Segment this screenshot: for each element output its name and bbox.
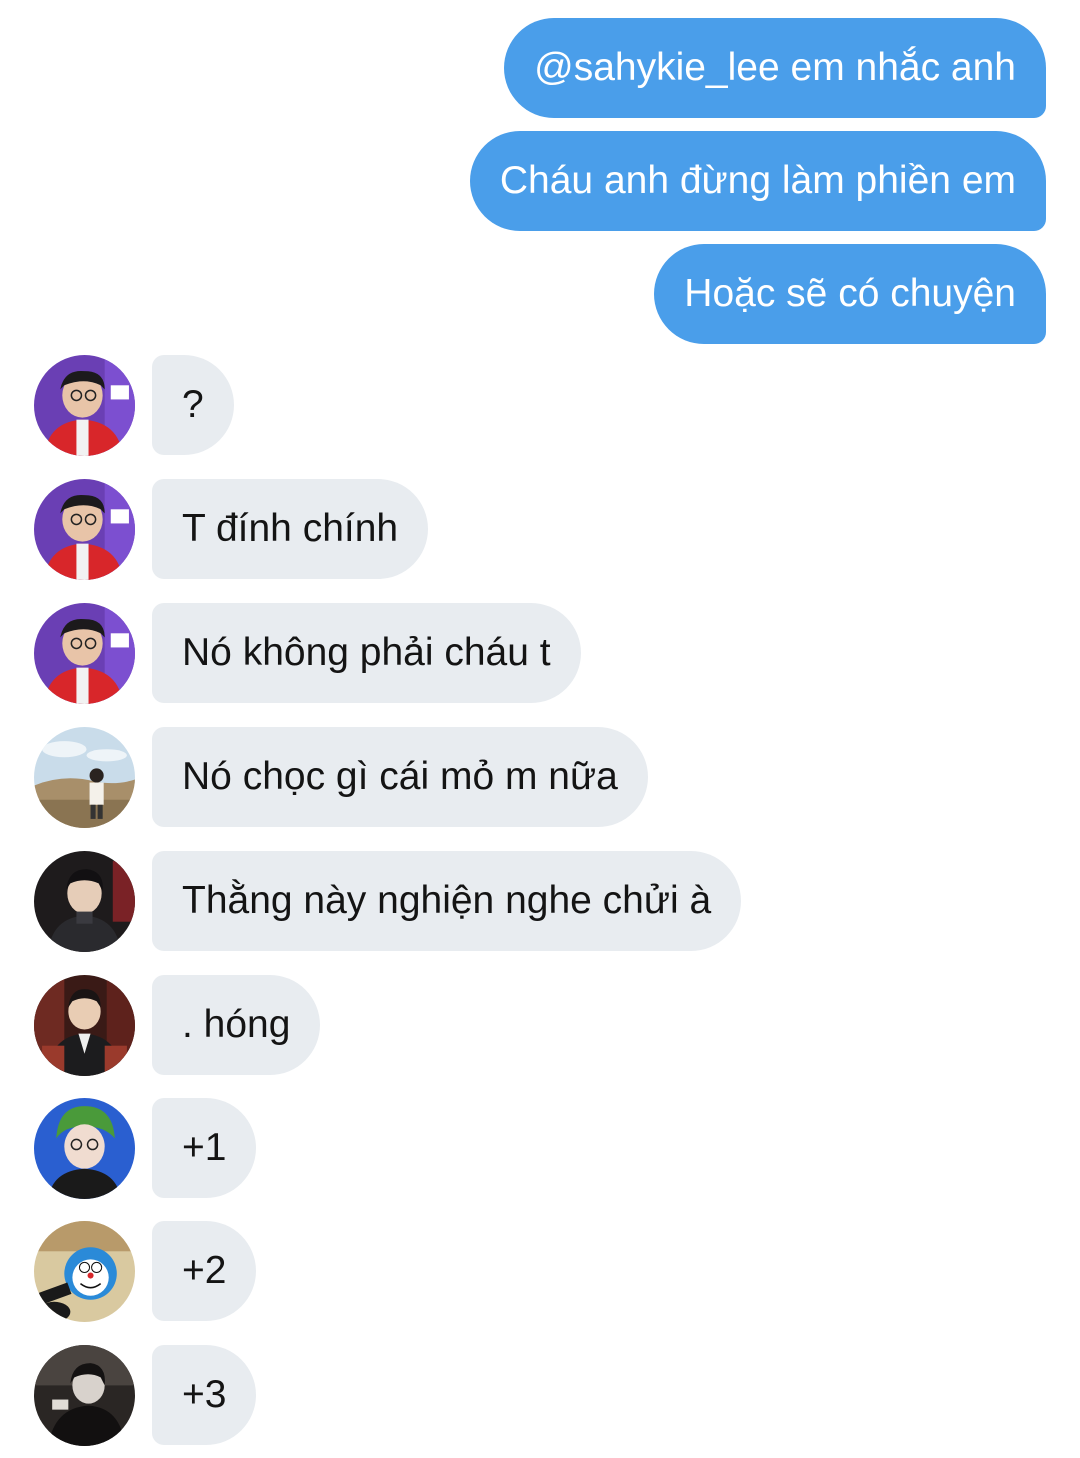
avatar[interactable] [34,727,135,828]
user-photo-blue-icon [34,1098,135,1199]
message-text: +2 [182,1249,227,1292]
avatar[interactable] [34,355,135,456]
received-message[interactable]: . hóng [152,975,321,1075]
message-text: Cháu anh đừng làm phiền em [499,159,1016,202]
user-photo-dark-icon [34,851,135,952]
received-message[interactable]: ? [152,355,234,455]
received-message[interactable]: +1 [152,1098,257,1198]
received-message[interactable]: +2 [152,1221,257,1321]
message-text: Nó không phải cháu t [182,631,551,674]
message-text: Nó chọc gì cái mỏ m nữa [182,755,618,798]
message-text: @sahykie_lee em nhắc anh [534,46,1016,89]
sent-message[interactable]: Cháu anh đừng làm phiền em [469,131,1046,231]
avatar[interactable] [34,1098,135,1199]
sent-message[interactable]: @sahykie_lee em nhắc anh [504,18,1046,118]
user-photo-red-jacket-icon [34,603,135,704]
chat-thread: @sahykie_lee em nhắc anh Cháu anh đừng l… [0,0,1080,1458]
avatar[interactable] [34,1345,135,1446]
received-message[interactable]: T đính chính [152,479,429,579]
message-text: T đính chính [182,507,399,550]
avatar[interactable] [34,1221,135,1322]
message-text: Thằng này nghiện nghe chửi à [182,879,712,922]
received-message[interactable]: Nó không phải cháu t [152,603,581,703]
message-text: +1 [182,1126,227,1169]
sent-message[interactable]: Hoặc sẽ có chuyện [654,244,1046,344]
user-photo-red-jacket-icon [34,479,135,580]
avatar[interactable] [34,851,135,952]
message-text: +3 [182,1373,227,1416]
user-photo-cartoon-icon [34,1221,135,1322]
user-photo-bw-icon [34,1345,135,1446]
user-photo-plaid-icon [34,975,135,1076]
message-text: Hoặc sẽ có chuyện [684,272,1016,315]
avatar[interactable] [34,975,135,1076]
message-text: ? [182,383,204,426]
avatar[interactable] [34,603,135,704]
received-message[interactable]: Thằng này nghiện nghe chửi à [152,851,742,951]
user-photo-outdoor-icon [34,727,135,828]
received-message[interactable]: +3 [152,1345,257,1445]
message-text: . hóng [182,1003,291,1046]
avatar[interactable] [34,479,135,580]
user-photo-red-jacket-icon [34,355,135,456]
received-message[interactable]: Nó chọc gì cái mỏ m nữa [152,727,648,827]
